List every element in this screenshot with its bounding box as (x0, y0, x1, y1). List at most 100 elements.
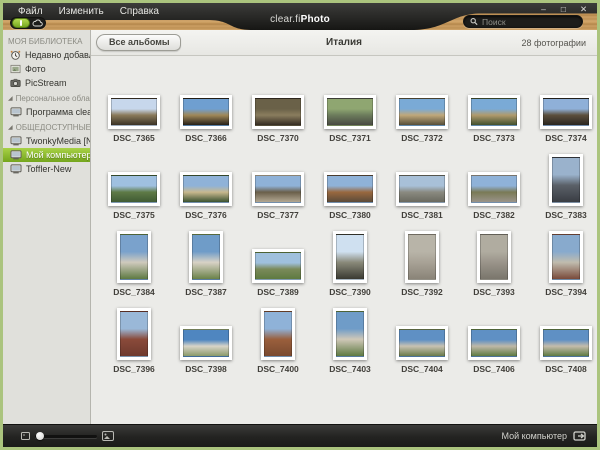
photo-cell: DSC_7366 (170, 66, 242, 143)
photo-thumbnail[interactable] (396, 95, 448, 129)
photo-image (111, 98, 157, 126)
photo-cell: DSC_7408 (530, 297, 597, 374)
sidebar-section-header[interactable]: ◢Персональное облако (3, 90, 90, 105)
logo-text-photo: Photo (301, 14, 330, 25)
sidebar-section-title: ОБЩЕДОСТУПНЫЕ ДОМА (16, 123, 90, 132)
monitor-icon (10, 107, 22, 117)
photo-thumbnail[interactable] (252, 249, 304, 283)
photo-cell: DSC_7380 (314, 143, 386, 220)
monitor-icon (10, 164, 22, 174)
sidebar-item-recently-added[interactable]: Недавно добавленные (3, 48, 90, 62)
photo-label: DSC_7382 (473, 210, 515, 220)
photo-thumbnail[interactable] (468, 95, 520, 129)
photo-thumbnail[interactable] (180, 172, 232, 206)
photo-cell: DSC_7406 (458, 297, 530, 374)
sidebar-item-label: Недавно добавленные (25, 50, 90, 60)
photo-label: DSC_7384 (113, 287, 155, 297)
sidebar-item-my-computer[interactable]: Мой компьютер (3, 148, 90, 162)
photo-cell: DSC_7398 (170, 297, 242, 374)
sidebar-item-twonkymedia-nas[interactable]: TwonkyMedia [NAS] (3, 134, 90, 148)
photo-thumbnail[interactable] (540, 95, 592, 129)
photo-cell: DSC_7375 (98, 143, 170, 220)
photo-thumbnail[interactable] (549, 154, 583, 206)
search-box[interactable] (463, 15, 583, 28)
power-on-button[interactable] (12, 18, 30, 28)
search-input[interactable] (482, 17, 576, 27)
photo-thumbnail[interactable] (396, 172, 448, 206)
sidebar-item-picstream[interactable]: PicStream (3, 76, 90, 90)
zoom-slider[interactable] (35, 435, 97, 438)
photo-image (399, 329, 445, 357)
zoom-slider-knob[interactable] (36, 432, 44, 440)
title-bar: ФайлИзменитьСправка clear.fiPhoto –□✕ (3, 3, 597, 30)
photo-thumbnail[interactable] (468, 172, 520, 206)
photo-thumbnail[interactable] (324, 95, 376, 129)
photo-thumbnail[interactable] (324, 172, 376, 206)
photo-thumbnail[interactable] (108, 172, 160, 206)
app-window: ФайлИзменитьСправка clear.fiPhoto –□✕ МО… (0, 0, 600, 450)
close-button[interactable]: ✕ (578, 4, 589, 14)
photo-cell: DSC_7390 (314, 220, 386, 297)
photo-thumbnail[interactable] (180, 326, 232, 360)
photo-thumbnail[interactable] (549, 231, 583, 283)
photo-thumbnail[interactable] (405, 231, 439, 283)
photo-cell: DSC_7370 (242, 66, 314, 143)
photo-image (183, 329, 229, 357)
photo-grid-area: DSC_7365DSC_7366DSC_7370DSC_7371DSC_7372… (91, 56, 597, 424)
photo-thumbnail[interactable] (540, 326, 592, 360)
device-send-icon[interactable] (573, 431, 587, 442)
content-area: МОЯ БИБЛИОТЕКАНедавно добавленныеФотоPic… (3, 30, 597, 424)
sidebar: МОЯ БИБЛИОТЕКАНедавно добавленныеФотоPic… (3, 30, 91, 424)
photo-label: DSC_7375 (113, 210, 155, 220)
sidebar-item-label: Фото (25, 64, 46, 74)
sidebar-item-photos[interactable]: Фото (3, 62, 90, 76)
photo-thumbnail[interactable] (396, 326, 448, 360)
photo-thumbnail[interactable] (333, 308, 367, 360)
photo-label: DSC_7377 (257, 210, 299, 220)
minimize-button[interactable]: – (538, 4, 549, 14)
photo-cell: DSC_7371 (314, 66, 386, 143)
small-image-icon (21, 432, 30, 440)
search-icon (470, 17, 478, 26)
sidebar-section-header[interactable]: ◢ОБЩЕДОСТУПНЫЕ ДОМА (3, 119, 90, 134)
photo-label: DSC_7400 (257, 364, 299, 374)
photo-label: DSC_7392 (401, 287, 443, 297)
photo-image (399, 175, 445, 203)
logo-text-clearfi: clear.fi (270, 14, 301, 25)
sidebar-item-toffler-new[interactable]: Toffler-New (3, 162, 90, 176)
photo-label: DSC_7380 (329, 210, 371, 220)
sidebar-item-clearfi-program[interactable]: Программа clear.fi in (3, 105, 90, 119)
monitor-icon (10, 150, 22, 160)
photo-thumbnail[interactable] (468, 326, 520, 360)
photo-thumbnail[interactable] (117, 308, 151, 360)
photo-thumbnail[interactable] (189, 231, 223, 283)
clock-icon (10, 50, 21, 60)
photo-image (471, 98, 517, 126)
photo-label: DSC_7389 (257, 287, 299, 297)
photo-thumbnail[interactable] (333, 231, 367, 283)
photo-label: DSC_7371 (329, 133, 371, 143)
photo-cell: DSC_7392 (386, 220, 458, 297)
album-header: Все альбомы Италия 28 фотографии (91, 30, 597, 56)
cloud-icon[interactable] (30, 19, 45, 27)
photo-thumbnail[interactable] (252, 95, 304, 129)
photo-thumbnail[interactable] (117, 231, 151, 283)
power-cloud-toggle[interactable] (10, 17, 46, 29)
all-albums-back-button[interactable]: Все альбомы (96, 34, 181, 51)
maximize-button[interactable]: □ (558, 4, 569, 14)
photo-cell: DSC_7382 (458, 143, 530, 220)
photo-label: DSC_7404 (401, 364, 443, 374)
photo-image (255, 252, 301, 280)
photo-thumbnail[interactable] (108, 95, 160, 129)
power-icon (20, 20, 22, 26)
photo-thumbnail[interactable] (252, 172, 304, 206)
photo-cell: DSC_7396 (98, 297, 170, 374)
photo-thumbnail[interactable] (261, 308, 295, 360)
photo-cell: DSC_7387 (170, 220, 242, 297)
photo-thumbnail[interactable] (180, 95, 232, 129)
photo-label: DSC_7365 (113, 133, 155, 143)
photo-image (543, 329, 589, 357)
camera-icon (10, 78, 21, 88)
photo-cell: DSC_7383 (530, 143, 597, 220)
photo-thumbnail[interactable] (477, 231, 511, 283)
